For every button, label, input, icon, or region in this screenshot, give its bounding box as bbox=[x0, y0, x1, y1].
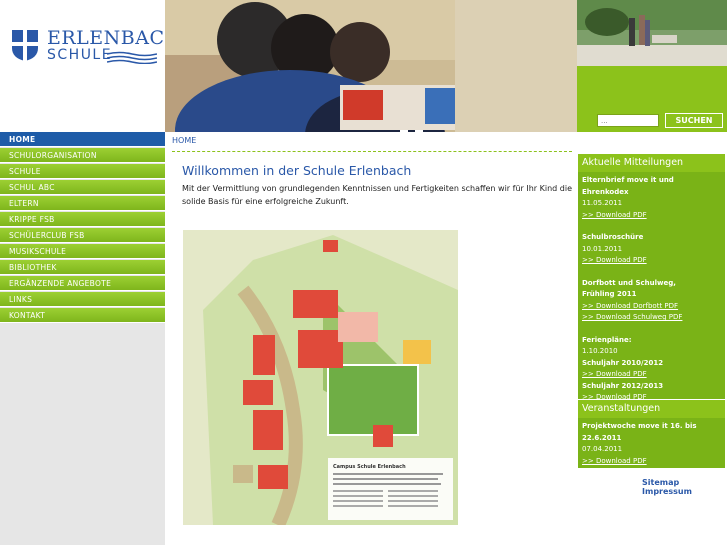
hero-photo bbox=[165, 0, 577, 132]
sitemap-link[interactable]: Sitemap bbox=[642, 478, 679, 487]
outdoor-image bbox=[577, 0, 727, 66]
nav-item-eltern[interactable]: ELTERN bbox=[0, 196, 165, 211]
nav-item-links[interactable]: LINKS bbox=[0, 292, 165, 307]
nav-item-schule[interactable]: SCHULE bbox=[0, 164, 165, 179]
search-button[interactable]: SUCHEN bbox=[665, 113, 723, 128]
news-download-link[interactable]: >> Download PDF bbox=[582, 210, 721, 222]
news-title: Dorfbott und Schulweg, bbox=[582, 278, 676, 287]
main-content: HOME Willkommen in der Schule Erlenbach … bbox=[165, 132, 577, 545]
news-box: Aktuelle Mitteilungen Elternbrief move i… bbox=[578, 154, 725, 401]
news-title: Frühling 2011 bbox=[582, 290, 637, 298]
footer-links: Sitemap Impressum bbox=[632, 478, 727, 496]
news-title: Ferienpläne: bbox=[582, 335, 632, 344]
nav-item-schul-abc[interactable]: SCHUL ABC bbox=[0, 180, 165, 195]
nav-item-krippe[interactable]: KRIPPE FSB bbox=[0, 212, 165, 227]
news-download-link[interactable]: >> Download PDF bbox=[582, 255, 721, 267]
children-outdoor-photo bbox=[577, 0, 727, 66]
campus-map-image: Campus Schule Erlenbach bbox=[183, 230, 458, 528]
nav-item-ergaenzende-angebote[interactable]: ERGÄNZENDE ANGEBOTE bbox=[0, 276, 165, 291]
nav-item-musikschule[interactable]: MUSIKSCHULE bbox=[0, 244, 165, 259]
children-reading-image bbox=[165, 0, 577, 132]
news-list: Elternbrief move it und Ehrenkodex 11.05… bbox=[578, 172, 725, 408]
divider bbox=[172, 151, 572, 152]
news-title: Schulbroschüre bbox=[582, 233, 644, 241]
campus-map: Campus Schule Erlenbach bbox=[183, 230, 458, 528]
page: ERLENBACH SCHULE ... SUCHEN HOME SCHULOR… bbox=[0, 0, 727, 545]
event-title: Projektwoche move it 16. bis 22.6.2011 bbox=[582, 422, 697, 442]
news-download-link[interactable]: >> Download PDF bbox=[582, 369, 721, 381]
waves-icon bbox=[107, 51, 157, 64]
news-title: Elternbrief move it und Ehrenkodex bbox=[582, 176, 674, 196]
nav-item-bibliothek[interactable]: BIBLIOTHEK bbox=[0, 260, 165, 275]
news-date: 10.01.2011 bbox=[582, 244, 623, 253]
map-caption: Campus Schule Erlenbach bbox=[333, 464, 406, 470]
nav-item-schulorganisation[interactable]: SCHULORGANISATION bbox=[0, 148, 165, 163]
search-input[interactable] bbox=[597, 114, 659, 127]
news-date: 1.10.2010 bbox=[582, 347, 618, 355]
impressum-link[interactable]: Impressum bbox=[642, 487, 692, 496]
main-navigation: HOME SCHULORGANISATION SCHULE SCHUL ABC … bbox=[0, 132, 165, 545]
news-subtitle: Schuljahr 2010/2012 bbox=[582, 358, 664, 367]
logo[interactable]: ERLENBACH SCHULE bbox=[0, 0, 181, 132]
page-title: Willkommen in der Schule Erlenbach bbox=[182, 163, 412, 178]
event-download-link[interactable]: >> Download PDF bbox=[582, 456, 721, 468]
news-heading: Aktuelle Mitteilungen bbox=[578, 154, 725, 172]
top-right-panel: SUCHEN bbox=[577, 0, 727, 132]
breadcrumb[interactable]: HOME bbox=[172, 136, 196, 145]
school-shield-icon bbox=[12, 30, 38, 61]
news-download-link[interactable]: >> Download Dorfbott PDF bbox=[582, 301, 721, 313]
events-list: Projektwoche move it 16. bis 22.6.2011 0… bbox=[578, 418, 725, 471]
nav-item-home[interactable]: HOME bbox=[0, 132, 165, 147]
news-subtitle: Schuljahr 2012/2013 bbox=[582, 381, 664, 390]
right-sidebar: Aktuelle Mitteilungen Elternbrief move i… bbox=[577, 132, 727, 545]
events-box: Veranstaltungen Projektwoche move it 16.… bbox=[578, 400, 725, 468]
intro-text: Mit der Vermittlung von grundlegenden Ke… bbox=[182, 184, 572, 206]
news-date: 11.05.2011 bbox=[582, 199, 623, 207]
nav-item-schuelerclub[interactable]: SCHÜLERCLUB FSB bbox=[0, 228, 165, 243]
news-download-link[interactable]: >> Download Schulweg PDF bbox=[582, 312, 721, 324]
logo-name: ERLENBACH bbox=[47, 27, 182, 49]
event-date: 07.04.2011 bbox=[582, 445, 623, 453]
nav-item-kontakt[interactable]: KONTAKT bbox=[0, 308, 165, 323]
events-heading: Veranstaltungen bbox=[578, 400, 725, 418]
logo-subtitle: SCHULE bbox=[47, 47, 113, 63]
